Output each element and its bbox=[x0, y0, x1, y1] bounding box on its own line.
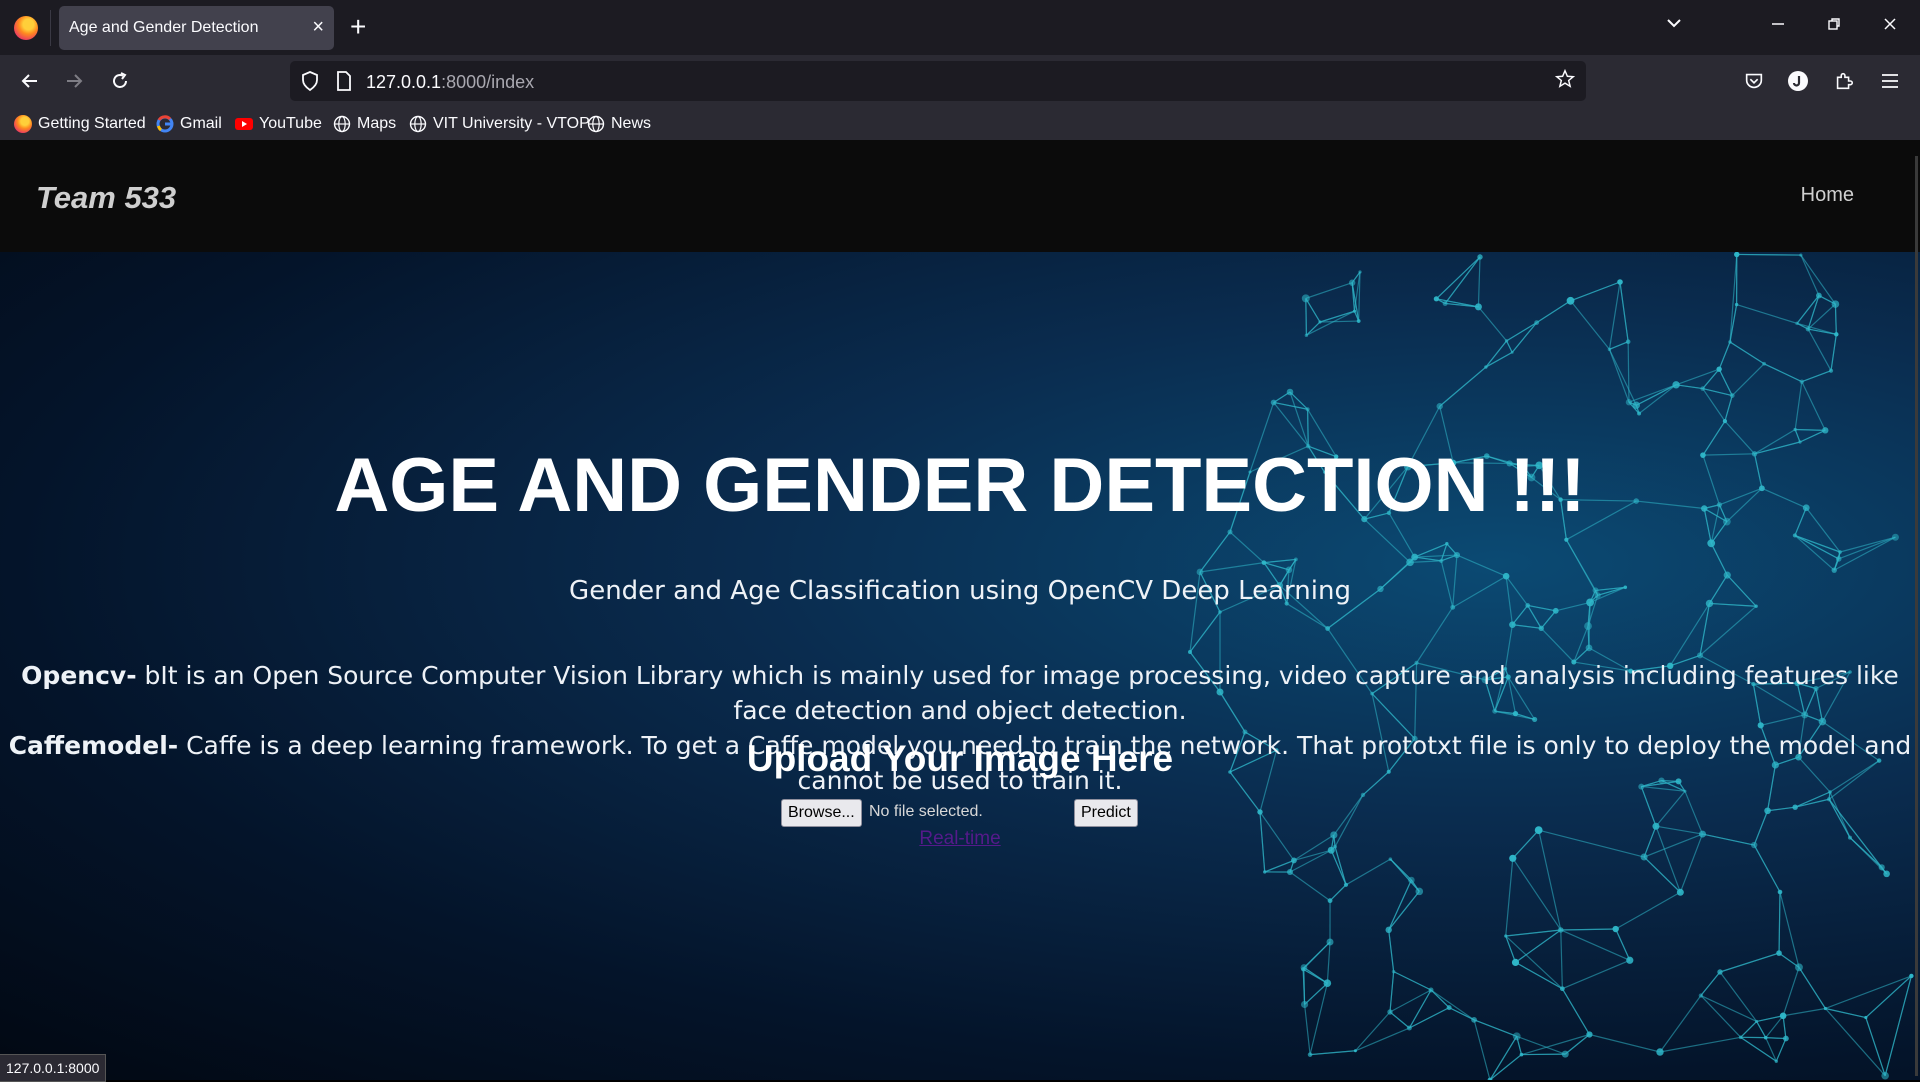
menu-hamburger-icon[interactable] bbox=[1874, 65, 1906, 97]
file-status: No file selected. bbox=[869, 803, 983, 821]
close-tab-icon[interactable]: × bbox=[312, 16, 324, 38]
firefox-logo-icon[interactable] bbox=[14, 16, 38, 40]
firefox-icon bbox=[14, 115, 32, 133]
page-info-icon[interactable] bbox=[332, 69, 356, 93]
tab-title: Age and Gender Detection bbox=[69, 19, 258, 37]
url-host: 127.0.0.1 bbox=[366, 72, 441, 92]
bookmark-label: VIT University - VTOP bbox=[433, 115, 590, 133]
forward-arrow-icon[interactable] bbox=[58, 65, 90, 97]
pocket-icon[interactable] bbox=[1738, 65, 1770, 97]
bookmark-youtube[interactable]: YouTube bbox=[235, 113, 322, 135]
upload-title: Upload Your Image Here bbox=[0, 738, 1920, 780]
bookmark-news[interactable]: News bbox=[587, 113, 651, 135]
restore-icon[interactable] bbox=[1814, 12, 1854, 40]
bookmark-maps[interactable]: Maps bbox=[333, 113, 396, 135]
browse-button[interactable]: Browse... bbox=[781, 799, 862, 827]
globe-icon bbox=[333, 115, 351, 133]
tracking-shield-icon[interactable] bbox=[298, 69, 322, 93]
globe-icon bbox=[587, 115, 605, 133]
back-arrow-icon[interactable] bbox=[14, 65, 46, 97]
tab-list-chevron-icon[interactable] bbox=[1654, 12, 1694, 40]
bookmark-label: YouTube bbox=[259, 115, 322, 133]
opencv-text: bIt is an Open Source Computer Vision Li… bbox=[137, 661, 1899, 725]
bookmark-label: Gmail bbox=[180, 115, 222, 133]
predict-button[interactable]: Predict bbox=[1074, 799, 1138, 827]
web-page: Team 533 Home AGE AND GENDER DETECTION !… bbox=[0, 140, 1920, 1080]
browser-tab-active[interactable]: Age and Gender Detection × bbox=[59, 6, 334, 50]
realtime-link-text[interactable]: Real-time bbox=[919, 828, 1000, 849]
page-scrollbar[interactable] bbox=[1915, 156, 1918, 1076]
site-navbar: Team 533 Home bbox=[0, 140, 1920, 252]
tab-bar: Age and Gender Detection × + bbox=[0, 0, 1920, 55]
tab-separator bbox=[50, 10, 51, 46]
navigation-toolbar: 127.0.0.1:8000/index bbox=[0, 55, 1920, 107]
opencv-description: Opencv- bIt is an Open Source Computer V… bbox=[4, 658, 1916, 728]
bookmark-getting-started[interactable]: Getting Started bbox=[14, 113, 146, 135]
site-brand[interactable]: Team 533 bbox=[36, 180, 176, 216]
youtube-icon bbox=[235, 115, 253, 133]
account-avatar-icon[interactable] bbox=[1782, 65, 1814, 97]
bookmark-label: Maps bbox=[357, 115, 396, 133]
opencv-label: Opencv- bbox=[21, 661, 136, 690]
page-headline: AGE AND GENDER DETECTION !!! bbox=[0, 442, 1920, 529]
url-path: :8000/index bbox=[441, 72, 534, 92]
page-subtitle: Gender and Age Classification using Open… bbox=[0, 576, 1920, 606]
hero-section: AGE AND GENDER DETECTION !!! Gender and … bbox=[0, 252, 1920, 1080]
bookmark-label: Getting Started bbox=[38, 115, 146, 133]
status-bar-url: 127.0.0.1:8000 bbox=[0, 1054, 106, 1082]
home-nav-link[interactable]: Home bbox=[1801, 184, 1854, 207]
realtime-link: Real-time bbox=[0, 828, 1920, 850]
minimize-icon[interactable] bbox=[1758, 12, 1798, 40]
new-tab-button[interactable]: + bbox=[350, 10, 366, 44]
bookmark-label: News bbox=[611, 115, 651, 133]
url-bar[interactable]: 127.0.0.1:8000/index bbox=[290, 61, 1586, 101]
close-window-icon[interactable] bbox=[1870, 12, 1910, 40]
reload-icon[interactable] bbox=[104, 65, 136, 97]
extensions-icon[interactable] bbox=[1828, 65, 1860, 97]
bookmark-star-icon[interactable] bbox=[1554, 68, 1576, 96]
bookmarks-toolbar: Getting Started Gmail YouTube Maps VIT U… bbox=[0, 107, 1920, 141]
google-icon bbox=[156, 115, 174, 133]
bookmark-gmail[interactable]: Gmail bbox=[156, 113, 222, 135]
url-text[interactable]: 127.0.0.1:8000/index bbox=[366, 72, 534, 93]
globe-icon bbox=[409, 115, 427, 133]
bookmark-vit-vtop[interactable]: VIT University - VTOP bbox=[409, 113, 590, 135]
